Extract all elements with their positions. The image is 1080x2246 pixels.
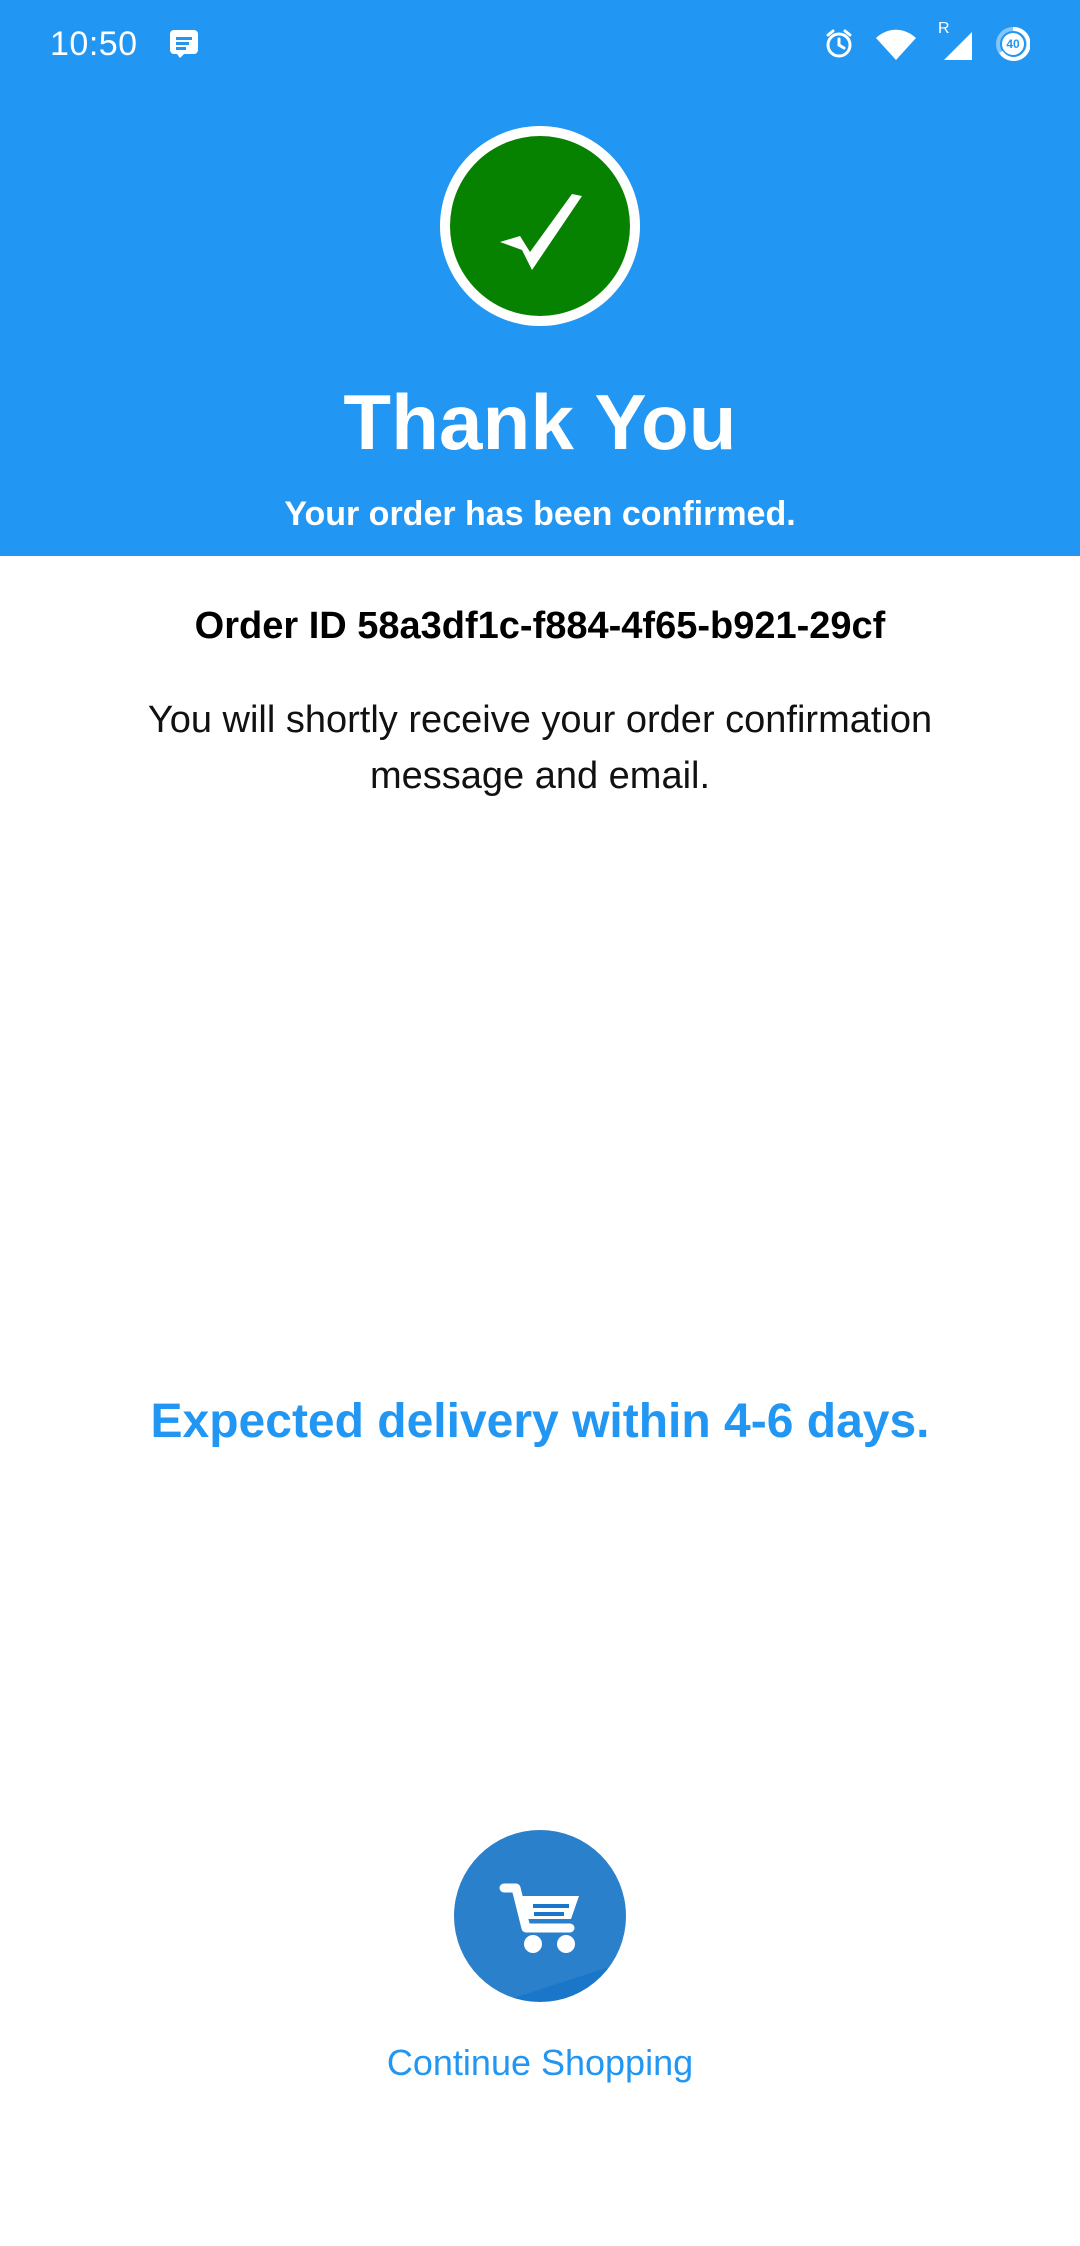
- checkmark-icon: [500, 194, 582, 270]
- order-confirmation-header: 10:50 R 40 Thank You Your order has been…: [0, 0, 1080, 556]
- wifi-icon: [876, 29, 916, 60]
- alarm-icon: [826, 29, 852, 58]
- shopping-cart-icon: [499, 1883, 579, 1953]
- check-circle-icon: [440, 126, 640, 326]
- page-title: Thank You: [343, 378, 737, 466]
- roaming-indicator: R: [938, 20, 950, 37]
- battery-icon: 40: [996, 27, 1030, 61]
- confirmation-subtitle: Your order has been confirmed.: [284, 495, 796, 533]
- status-time: 10:50: [50, 25, 138, 63]
- delivery-estimate: Expected delivery within 4-6 days.: [150, 1395, 930, 1448]
- signal-icon: R: [936, 20, 978, 64]
- continue-shopping-cart-button[interactable]: [454, 1830, 626, 2002]
- status-bar: 10:50 R 40: [0, 0, 1080, 86]
- message-icon: [170, 30, 198, 58]
- order-id: Order ID 58a3df1c-f884-4f65-b921-29cf: [194, 605, 886, 647]
- confirmation-message: You will shortly receive your order conf…: [147, 699, 933, 797]
- continue-shopping-link[interactable]: Continue Shopping: [0, 2038, 1080, 2088]
- check-circle-fill: [450, 136, 630, 316]
- battery-level: 40: [1006, 37, 1020, 51]
- status-icons: R 40: [822, 20, 1030, 66]
